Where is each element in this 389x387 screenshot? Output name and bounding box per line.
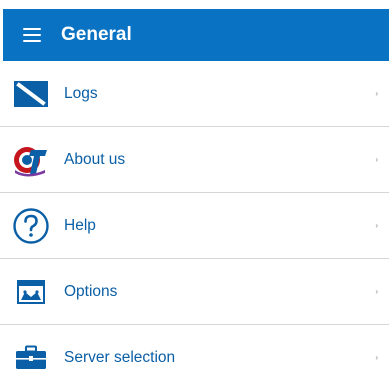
chevron-right-icon: › [375,286,378,296]
list-item-label: Server selection [64,349,176,366]
menu-list: Logs › About us › Help › Options › Serve… [0,61,389,387]
list-item-label: Options [64,282,118,300]
list-item-label: About us [64,150,126,168]
hamburger-menu-icon[interactable] [23,28,41,42]
list-item-help[interactable]: Help › [0,193,389,259]
app-bar: General [3,9,389,61]
question-circle-icon [11,206,51,246]
list-item-label: Help [64,216,96,234]
briefcase-icon [11,338,51,378]
logs-icon [11,74,51,114]
page-title: General [61,24,132,45]
screen: General Logs › About us › Help › Options… [0,0,389,387]
chevron-right-icon: › [375,154,378,164]
list-item-about-us[interactable]: About us › [0,127,389,193]
options-icon [11,272,51,312]
chevron-right-icon: › [375,353,378,362]
chevron-right-icon: › [375,88,378,98]
list-item-options[interactable]: Options › [0,259,389,325]
chevron-right-icon: › [375,220,378,230]
list-item-label: Logs [64,84,98,102]
list-item-logs[interactable]: Logs › [0,61,389,127]
list-item-server-selection[interactable]: Server selection › [0,325,389,387]
company-logo-icon [11,140,51,180]
